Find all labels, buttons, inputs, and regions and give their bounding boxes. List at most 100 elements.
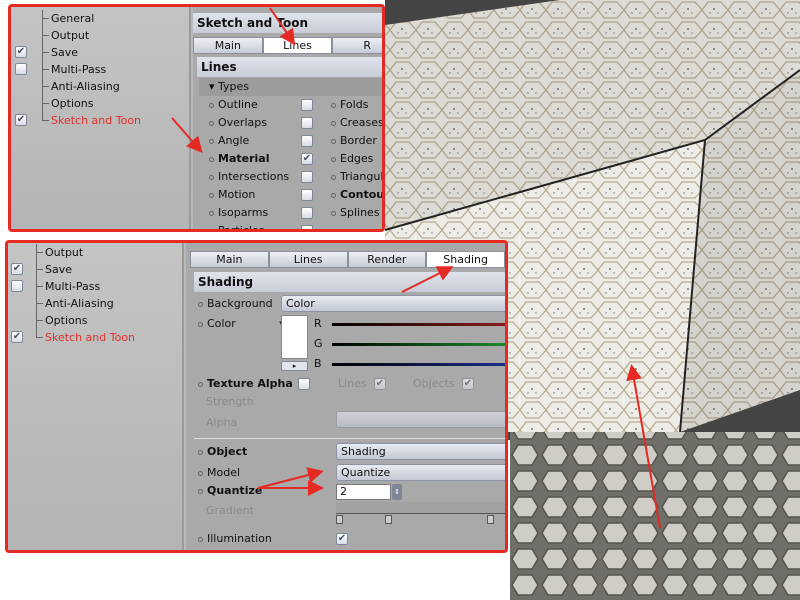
line-type-checkbox[interactable]: ✔ bbox=[301, 153, 313, 165]
line-type-triangul: Triangul bbox=[331, 168, 384, 186]
tab-main[interactable]: Main bbox=[193, 37, 263, 54]
model-dropdown[interactable]: Quantize bbox=[336, 464, 505, 481]
gradient-knob[interactable] bbox=[487, 515, 494, 524]
tree-item-label: Anti-Aliasing bbox=[51, 80, 120, 93]
tree-item-checkbox[interactable] bbox=[11, 280, 23, 292]
tree-item-save[interactable]: Save bbox=[36, 261, 72, 278]
tree-connector bbox=[42, 120, 49, 121]
line-type-label: Folds bbox=[340, 98, 369, 111]
tree-item-anti-aliasing[interactable]: Anti-Aliasing bbox=[42, 78, 120, 95]
channel-label-g: G bbox=[314, 337, 323, 350]
tree-item-options[interactable]: Options bbox=[36, 312, 87, 329]
line-type-checkbox[interactable] bbox=[301, 135, 313, 147]
tree-item-label: Output bbox=[51, 29, 90, 42]
line-type-isoparms: Isoparms bbox=[209, 204, 268, 222]
color-expand-button[interactable]: ▸ bbox=[281, 361, 308, 371]
object-dropdown[interactable]: Shading bbox=[336, 443, 505, 460]
tree-item-options[interactable]: Options bbox=[42, 95, 94, 112]
line-type-checkbox[interactable] bbox=[301, 189, 313, 201]
line-type-label: Triangul bbox=[340, 170, 384, 183]
illumination-checkbox[interactable]: ✔ bbox=[336, 533, 348, 545]
section-header: Shading bbox=[194, 272, 505, 292]
tree-item-label: General bbox=[51, 12, 95, 25]
channel-slider-r[interactable] bbox=[332, 323, 505, 326]
tab-r[interactable]: R bbox=[332, 37, 382, 54]
background-dropdown[interactable]: Color bbox=[281, 295, 505, 312]
illumination-label: Illumination bbox=[198, 530, 272, 548]
animate-dot-icon bbox=[209, 102, 214, 108]
line-type-label: Outline bbox=[218, 98, 258, 111]
tree-item-multi-pass[interactable]: Multi-Pass bbox=[36, 278, 100, 295]
tree-item-sketch-and-toon[interactable]: Sketch and Toon bbox=[36, 329, 135, 346]
tree-connector bbox=[42, 69, 49, 70]
line-type-checkbox[interactable] bbox=[301, 225, 313, 229]
line-type-outline: Outline bbox=[209, 96, 258, 114]
color-swatch[interactable] bbox=[281, 315, 308, 359]
line-type-checkbox[interactable] bbox=[301, 207, 313, 219]
line-type-checkbox[interactable] bbox=[301, 117, 313, 129]
gradient-bar[interactable] bbox=[336, 502, 505, 514]
line-type-contour: Contour bbox=[331, 186, 382, 204]
animate-dot-icon bbox=[209, 120, 214, 126]
channel-slider-g[interactable] bbox=[332, 343, 505, 346]
tree-item-general[interactable]: General bbox=[42, 10, 95, 27]
tree-item-save[interactable]: Save bbox=[42, 44, 79, 61]
tree-item-label: Options bbox=[51, 97, 94, 110]
tab-lines[interactable]: Lines bbox=[262, 37, 333, 54]
tree-connector bbox=[36, 303, 43, 304]
tree-connector bbox=[42, 18, 49, 19]
line-type-label: Particles bbox=[218, 224, 265, 232]
tree-item-anti-aliasing[interactable]: Anti-Aliasing bbox=[36, 295, 114, 312]
render-settings-panel-shading: Output Save ✔ Multi-Pass Anti-Aliasing Option… bbox=[5, 240, 508, 553]
gradient-label: Gradient bbox=[206, 504, 254, 517]
tree-item-label: Output bbox=[45, 246, 84, 259]
channel-slider-b[interactable] bbox=[332, 363, 505, 366]
lines-checkbox[interactable]: ✔ bbox=[374, 378, 386, 390]
line-type-particles: Particles bbox=[209, 222, 265, 232]
tree-item-sketch-and-toon[interactable]: Sketch and Toon bbox=[42, 112, 141, 129]
tab-main[interactable]: Main bbox=[190, 251, 269, 268]
object-label: Object bbox=[198, 443, 247, 461]
line-type-checkbox[interactable] bbox=[301, 171, 313, 183]
animate-dot-icon bbox=[209, 228, 214, 229]
gradient-knob[interactable] bbox=[385, 515, 392, 524]
tree-item-multi-pass[interactable]: Multi-Pass bbox=[42, 61, 107, 78]
tree-connector bbox=[42, 86, 49, 87]
gradient-knob[interactable] bbox=[336, 515, 343, 524]
line-type-label: Intersections bbox=[218, 170, 290, 183]
tab-shading[interactable]: Shading bbox=[426, 251, 505, 268]
line-type-creases: Creases bbox=[331, 114, 382, 132]
tab-render[interactable]: Render bbox=[347, 251, 427, 268]
tree-item-label: Save bbox=[51, 46, 79, 59]
objects-label: Objects bbox=[413, 377, 455, 390]
objects-checkbox[interactable]: ✔ bbox=[462, 378, 474, 390]
tree-connector bbox=[36, 337, 43, 338]
alpha-field[interactable] bbox=[336, 411, 505, 428]
tree-item-checkbox[interactable]: ✔ bbox=[11, 263, 23, 275]
line-type-label: Splines bbox=[340, 206, 380, 219]
tree-item-output[interactable]: Output bbox=[42, 27, 90, 44]
line-type-checkbox[interactable] bbox=[301, 99, 313, 111]
strength-label: Strength bbox=[206, 395, 254, 408]
line-type-intersections: Intersections bbox=[209, 168, 289, 186]
channel-label-b: B bbox=[314, 357, 322, 370]
tree-item-label: Multi-Pass bbox=[51, 63, 107, 76]
tab-lines[interactable]: Lines bbox=[268, 251, 348, 268]
tree-item-checkbox[interactable]: ✔ bbox=[11, 331, 23, 343]
line-type-overlaps: Overlaps bbox=[209, 114, 267, 132]
tree-connector bbox=[42, 35, 49, 36]
tree-item-checkbox[interactable]: ✔ bbox=[15, 114, 27, 126]
tree-connector bbox=[36, 286, 43, 287]
line-type-label: Overlaps bbox=[218, 116, 267, 129]
tree-item-output[interactable]: Output bbox=[36, 244, 84, 261]
line-type-border: Border bbox=[331, 132, 377, 150]
tree-item-checkbox[interactable]: ✔ bbox=[15, 46, 27, 58]
animate-dot-icon bbox=[209, 156, 214, 162]
tree-item-checkbox[interactable] bbox=[15, 63, 27, 75]
settings-tree: General Output Save ✔ Multi-Pass Anti-Aliasin… bbox=[11, 7, 191, 229]
texture-alpha-checkbox[interactable] bbox=[298, 378, 310, 390]
quantize-stepper[interactable]: ⇕ bbox=[392, 484, 402, 500]
animate-dot-icon bbox=[209, 138, 214, 144]
types-group[interactable]: ▾ Types bbox=[199, 78, 382, 96]
quantize-input[interactable]: 2 bbox=[336, 484, 391, 500]
